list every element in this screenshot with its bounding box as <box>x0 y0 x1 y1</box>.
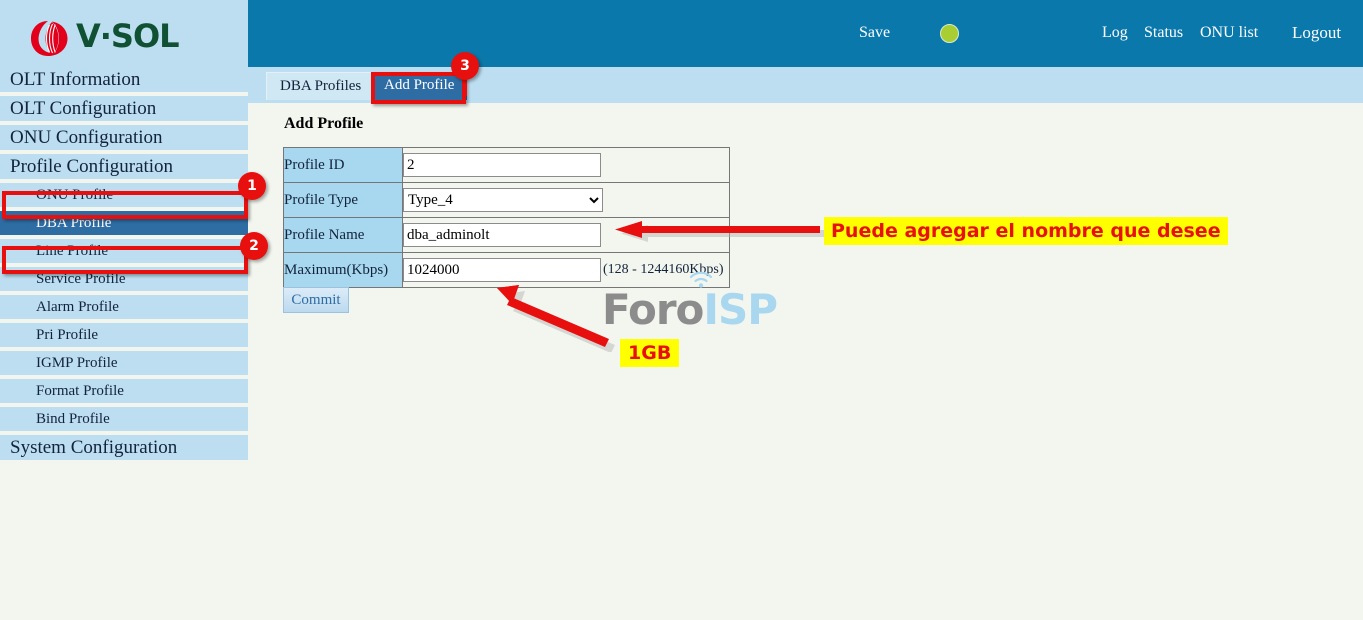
sidebar-item-label: Format Profile <box>36 383 124 399</box>
sidebar-item-onu-profile[interactable]: ONU Profile <box>0 183 248 209</box>
table-row: Profile Type Type_1Type_2Type_3Type_4Typ… <box>283 182 730 218</box>
foroisp-watermark: ForoISP <box>602 271 778 334</box>
sidebar-item-label: DBA Profile <box>36 215 112 231</box>
sidebar-item-olt-configuration[interactable]: OLT Configuration <box>0 96 248 123</box>
onu-list-link[interactable]: ONU list <box>1200 24 1258 42</box>
tab-strip: DBA Profiles Add Profile <box>248 67 1363 103</box>
sidebar-item-label: Line Profile <box>36 243 109 259</box>
sidebar-item-label: IGMP Profile <box>36 355 118 371</box>
sidebar-item-label: Service Profile <box>36 271 126 287</box>
sidebar-item-system-configuration[interactable]: System Configuration <box>0 435 248 462</box>
wifi-signal-icon <box>689 271 713 288</box>
brand-logo-text: V·SOL <box>76 17 180 55</box>
sidebar-item-label: Alarm Profile <box>36 299 119 315</box>
sidebar-item-onu-configuration[interactable]: ONU Configuration <box>0 125 248 152</box>
profile-name-input[interactable] <box>403 223 601 247</box>
maximum-kbps-cell: (128 - 1244160Kbps) <box>402 252 730 288</box>
sidebar-item-format-profile[interactable]: Format Profile <box>0 379 248 405</box>
sidebar-item-label: ONU Profile <box>36 187 114 203</box>
sidebar-item-pri-profile[interactable]: Pri Profile <box>0 323 248 349</box>
commit-button[interactable]: Commit <box>283 287 349 313</box>
header-bar: Save Log Status ONU list Logout <box>248 0 1363 67</box>
app-header: V·SOL Save Log Status ONU list Logout <box>0 0 1363 67</box>
save-button[interactable]: Save <box>859 24 890 42</box>
profile-id-label: Profile ID <box>283 147 403 183</box>
tab-add-profile[interactable]: Add Profile <box>371 72 468 100</box>
profile-id-input[interactable] <box>403 153 601 177</box>
vsol-swirl-icon <box>31 21 68 56</box>
sidebar-item-alarm-profile[interactable]: Alarm Profile <box>0 295 248 321</box>
profile-type-label: Profile Type <box>283 182 403 218</box>
sidebar-item-label: ONU Configuration <box>10 127 163 148</box>
sidebar-item-igmp-profile[interactable]: IGMP Profile <box>0 351 248 377</box>
table-row: Profile Name <box>283 217 730 253</box>
profile-type-select[interactable]: Type_1Type_2Type_3Type_4Type_5 <box>403 188 603 212</box>
profile-type-cell: Type_1Type_2Type_3Type_4Type_5 <box>402 182 730 218</box>
sidebar-item-profile-configuration[interactable]: Profile Configuration <box>0 154 248 181</box>
watermark-foro-text: Foro <box>602 285 704 334</box>
page-title: Add Profile <box>284 115 364 132</box>
watermark-isp-text: ISP <box>703 285 778 334</box>
status-link[interactable]: Status <box>1144 24 1183 42</box>
content-area: Add Profile Profile ID Profile Type Type… <box>248 103 1363 620</box>
sidebar-item-olt-information[interactable]: OLT Information <box>0 67 248 94</box>
maximum-kbps-label: Maximum(Kbps) <box>283 252 403 288</box>
sidebar-nav: OLT Information OLT Configuration ONU Conf… <box>0 67 248 620</box>
sidebar-item-dba-profile[interactable]: DBA Profile <box>0 211 248 237</box>
maximum-kbps-input[interactable] <box>403 258 601 282</box>
logout-link[interactable]: Logout <box>1292 23 1341 43</box>
log-link[interactable]: Log <box>1102 24 1128 42</box>
sidebar-item-label: OLT Configuration <box>10 98 157 119</box>
add-profile-form: Profile ID Profile Type Type_1Type_2Type… <box>283 147 730 288</box>
status-indicator-green-icon <box>940 24 959 43</box>
profile-name-label: Profile Name <box>283 217 403 253</box>
profile-name-cell <box>402 217 730 253</box>
sidebar-item-bind-profile[interactable]: Bind Profile <box>0 407 248 433</box>
sidebar-item-label: System Configuration <box>10 437 178 458</box>
brand-logo-panel: V·SOL <box>0 0 248 67</box>
table-row: Maximum(Kbps) (128 - 1244160Kbps) <box>283 252 730 288</box>
sidebar-item-label: Pri Profile <box>36 327 99 343</box>
tab-dba-profiles[interactable]: DBA Profiles <box>266 72 376 100</box>
table-row: Profile ID <box>283 147 730 183</box>
sidebar-item-label: Bind Profile <box>36 411 110 427</box>
sidebar-item-label: Profile Configuration <box>10 156 174 177</box>
sidebar-item-line-profile[interactable]: Line Profile <box>0 239 248 265</box>
profile-id-cell <box>402 147 730 183</box>
sidebar-item-service-profile[interactable]: Service Profile <box>0 267 248 293</box>
sidebar-item-label: OLT Information <box>10 69 141 90</box>
